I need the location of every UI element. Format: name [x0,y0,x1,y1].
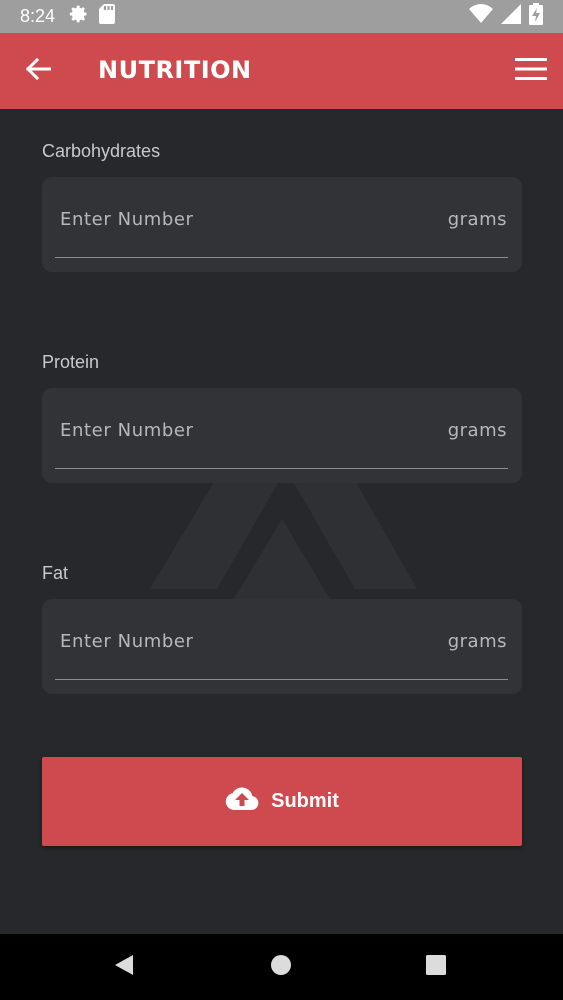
back-triangle-icon [113,953,135,982]
battery-charging-icon [529,3,543,30]
page-title: NUTRITION [98,56,252,84]
fat-unit: grams [447,631,507,652]
status-icons-right [469,3,543,30]
protein-field-container: grams [42,388,522,483]
carbohydrates-underline [55,257,508,258]
cloud-upload-icon [225,787,259,816]
sd-card-icon [99,4,116,29]
navigation-bar [0,934,563,1000]
settings-icon [69,4,89,29]
fat-label: Fat [42,563,69,583]
back-button[interactable] [22,57,54,85]
status-bar: 8:24 [0,0,563,33]
arrow-left-icon [25,57,52,85]
protein-input[interactable] [60,418,420,442]
protein-underline [55,468,508,469]
protein-unit: grams [447,420,507,441]
menu-button[interactable] [512,57,550,85]
fat-field-container: grams [42,599,522,694]
wifi-icon [469,4,493,29]
hamburger-menu-icon [515,57,547,85]
nav-recents-button[interactable] [423,954,449,980]
carbohydrates-field-container: grams [42,177,522,272]
fat-input[interactable] [60,629,420,653]
recents-square-icon [425,954,447,981]
signal-icon [501,4,521,29]
status-time: 8:24 [20,6,56,26]
fat-underline [55,679,508,680]
home-circle-icon [270,954,292,981]
carbohydrates-input[interactable] [60,207,420,231]
app-bar: NUTRITION [0,33,563,109]
nav-back-button[interactable] [111,954,137,980]
submit-label: Submit [271,790,339,812]
protein-label: Protein [42,352,100,372]
status-icons-left [69,4,116,29]
nav-home-button[interactable] [268,954,294,980]
carbohydrates-label: Carbohydrates [42,141,161,161]
submit-button[interactable]: Submit [42,757,522,846]
content: Carbohydrates grams Protein grams Fat gr… [0,109,563,934]
carbohydrates-unit: grams [447,209,507,230]
